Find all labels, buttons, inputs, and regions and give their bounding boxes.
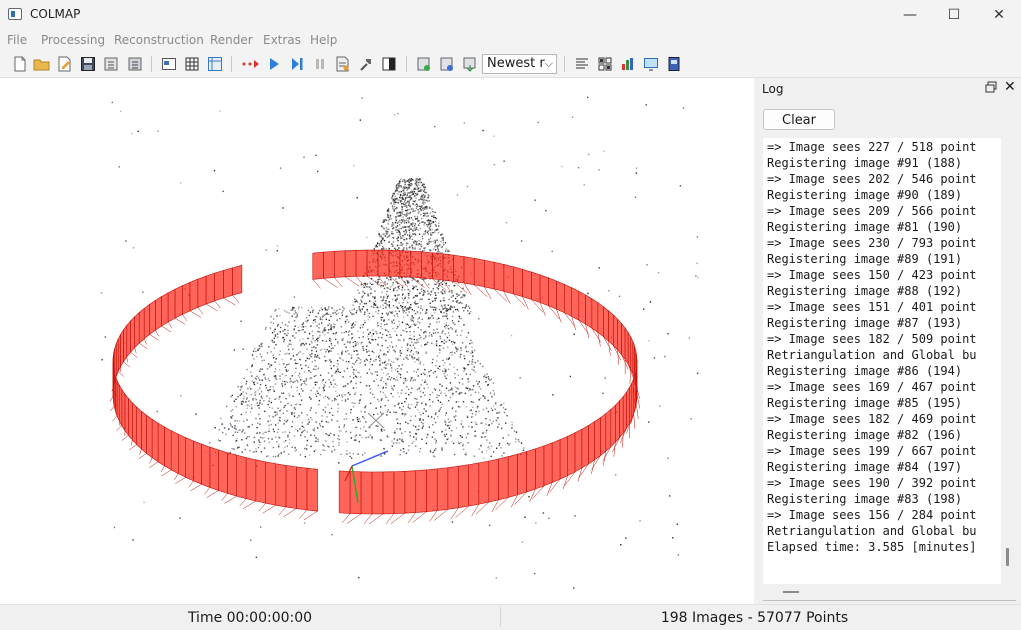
log-line: Registering image #84 (197)	[767, 459, 962, 475]
log-text-area[interactable]: => Image sees 227 / 518 pointRegistering…	[763, 138, 1001, 584]
axis-x-line	[352, 451, 388, 466]
log-line: Registering image #88 (192)	[767, 283, 962, 299]
save-project-icon[interactable]	[79, 55, 97, 73]
grab-movie-icon[interactable]	[665, 55, 683, 73]
point-cloud	[101, 97, 699, 589]
toolbar-separator	[564, 56, 565, 72]
toolbar-separator	[231, 56, 232, 72]
vertical-scrollbar[interactable]	[1006, 548, 1009, 566]
menu-processing[interactable]: Processing	[41, 33, 105, 47]
menu-extras[interactable]: Extras	[263, 33, 301, 47]
divider	[500, 607, 501, 627]
log-line: Registering image #87 (193)	[767, 315, 962, 331]
app-icon	[8, 8, 22, 20]
open-project-icon[interactable]	[33, 55, 51, 73]
bundle-adjustment-icon[interactable]	[334, 55, 352, 73]
log-line: => Image sees 156 / 284 point	[767, 507, 977, 523]
log-line: => Image sees 151 / 401 point	[767, 299, 977, 315]
toolbar-separator	[406, 56, 407, 72]
grab-image-icon[interactable]	[642, 55, 660, 73]
log-line: Registering image #91 (188)	[767, 155, 962, 171]
log-line: Retriangulation and Global bu	[767, 523, 977, 539]
horizontal-scrollbar[interactable]	[783, 591, 799, 593]
database-icon[interactable]	[206, 55, 224, 73]
log-dock: Log ✕ Clear => Image sees 227 / 518 poin…	[756, 78, 1021, 604]
pause-reconstruction-icon[interactable]	[311, 55, 329, 73]
log-line: => Image sees 150 / 423 point	[767, 267, 977, 283]
minimize-button[interactable]: —	[887, 0, 933, 30]
step-reconstruction-icon[interactable]	[288, 55, 306, 73]
feature-extraction-icon[interactable]	[160, 55, 178, 73]
export-points-icon[interactable]	[461, 55, 479, 73]
match-matrix-icon[interactable]	[596, 55, 614, 73]
divider	[763, 600, 1016, 601]
toolbar-separator	[151, 56, 152, 72]
render-options-icon[interactable]	[380, 55, 398, 73]
automatic-reconstruction-icon[interactable]	[241, 55, 259, 73]
show-log-icon[interactable]	[573, 55, 591, 73]
title-bar: COLMAP — ☐ ✕	[0, 0, 1021, 30]
window-title: COLMAP	[30, 7, 80, 21]
log-line: Retriangulation and Global bu	[767, 347, 977, 363]
toolbar: Newest r ⌵	[0, 51, 1021, 78]
log-line: Registering image #90 (189)	[767, 187, 962, 203]
statistics-icon[interactable]	[619, 55, 637, 73]
clear-log-button[interactable]: Clear	[763, 109, 835, 130]
log-line: Registering image #82 (196)	[767, 427, 962, 443]
menu-bar: File Processing Reconstruction Render Ex…	[0, 30, 1021, 51]
edit-project-icon[interactable]	[56, 55, 74, 73]
menu-render[interactable]: Render	[210, 33, 253, 47]
log-line: => Image sees 182 / 469 point	[767, 411, 977, 427]
new-project-icon[interactable]	[11, 55, 29, 73]
log-line: Registering image #86 (194)	[767, 363, 962, 379]
point-cloud-canvas[interactable]	[0, 78, 754, 604]
import-model-icon[interactable]	[102, 55, 120, 73]
log-line: Elapsed time: 3.585 [minutes]	[767, 539, 977, 555]
maximize-button[interactable]: ☐	[931, 0, 977, 30]
log-line: => Image sees 230 / 793 point	[767, 235, 977, 251]
log-line: => Image sees 202 / 546 point	[767, 171, 977, 187]
menu-help[interactable]: Help	[310, 33, 337, 47]
model-select-value: Newest r	[487, 56, 545, 71]
add-model-icon[interactable]	[415, 55, 433, 73]
log-line: Registering image #85 (195)	[767, 395, 962, 411]
feature-matching-icon[interactable]	[183, 55, 201, 73]
start-reconstruction-icon[interactable]	[265, 55, 283, 73]
export-model-icon[interactable]	[126, 55, 144, 73]
log-line: Registering image #83 (198)	[767, 491, 962, 507]
close-icon[interactable]: ✕	[1004, 79, 1016, 95]
close-button[interactable]: ✕	[976, 0, 1021, 30]
delete-model-icon[interactable]	[438, 55, 456, 73]
log-line: => Image sees 199 / 667 point	[767, 443, 977, 459]
float-icon[interactable]	[985, 81, 999, 95]
chevron-down-icon: ⌵	[545, 55, 553, 73]
log-line: => Image sees 182 / 509 point	[767, 331, 977, 347]
log-line: Registering image #81 (190)	[767, 219, 962, 235]
reconstruction-viewport[interactable]	[0, 78, 754, 604]
log-line: Registering image #89 (191)	[767, 251, 962, 267]
log-line: => Image sees 209 / 566 point	[767, 203, 977, 219]
log-line: => Image sees 227 / 518 point	[767, 139, 977, 155]
log-title: Log	[762, 82, 783, 96]
status-bar: Time 00:00:00:00 198 Images - 57077 Poin…	[0, 604, 1021, 630]
menu-reconstruction[interactable]: Reconstruction	[114, 33, 204, 47]
menu-file[interactable]: File	[7, 33, 27, 47]
status-counts: 198 Images - 57077 Points	[502, 610, 1007, 626]
reconstruction-options-icon[interactable]	[357, 55, 375, 73]
status-time: Time 00:00:00:00	[0, 610, 500, 626]
log-line: => Image sees 190 / 392 point	[767, 475, 977, 491]
log-line: => Image sees 169 / 467 point	[767, 379, 977, 395]
model-select[interactable]: Newest r ⌵	[482, 54, 557, 74]
